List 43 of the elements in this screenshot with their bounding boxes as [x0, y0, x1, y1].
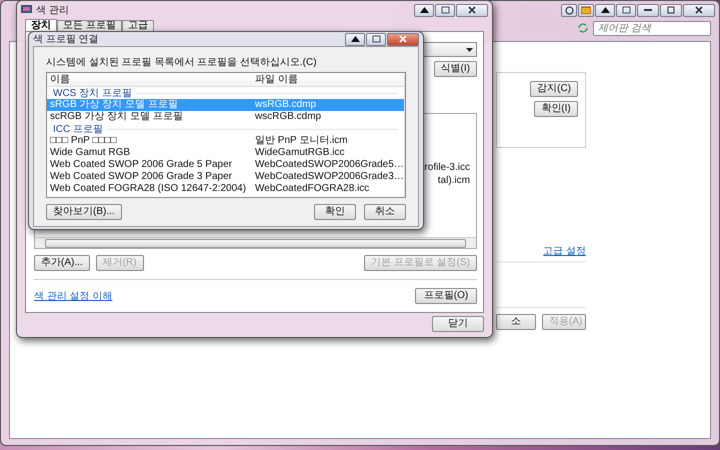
minimize-button[interactable] [637, 4, 659, 16]
cancel-button[interactable]: 소 [496, 314, 536, 330]
close-button[interactable]: 닫기 [432, 316, 484, 332]
close-button[interactable] [683, 4, 715, 16]
group-header: WCS 장치 프로필 [53, 87, 132, 100]
identify-button[interactable]: 식별(I) [434, 61, 477, 77]
detect-button[interactable]: 확인(I) [534, 101, 578, 117]
color-management-help-link[interactable]: 색 관리 설정 이해 [34, 289, 112, 303]
instruction-text: 시스템에 설치된 프로필 목록에서 프로필을 선택하십시오.(C) [46, 56, 318, 69]
profile-row[interactable]: Wide Gamut RGB WideGamutRGB.icc [47, 147, 404, 159]
column-header[interactable]: 이름 파일 이름 [47, 73, 404, 87]
folder-icon[interactable] [578, 4, 594, 16]
tab[interactable]: 모든 프로필 [57, 20, 122, 31]
profile-row[interactable]: Web Coated SWOP 2006 Grade 5 Paper WebCoatedSWOP2006Grade5… [47, 159, 404, 171]
list-action-button[interactable]: 추가(A)... [34, 255, 90, 271]
close-button[interactable] [456, 4, 488, 16]
caret-icon [466, 48, 473, 52]
advanced-settings-link[interactable]: 고급 설정 [543, 244, 586, 258]
tab[interactable]: 고급 [122, 20, 154, 31]
profile-row[interactable]: scRGB 가상 장치 모델 프로필 wscRGB.cdmp [47, 111, 404, 123]
search-field[interactable]: 제어판 검색 [593, 20, 711, 36]
monitor-icon [21, 5, 32, 15]
profile-row[interactable]: □□□ PnP □□□□ 일반 PnP 모니터.icm [47, 135, 404, 147]
horizontal-scrollbar[interactable] [35, 237, 476, 248]
browse-button[interactable]: 찾아보기(B)... [46, 204, 122, 220]
list-item[interactable]: rofile-3.icc [424, 162, 470, 173]
close-icon [399, 35, 407, 43]
dialog-title: 색 프로필 연결 [33, 33, 100, 46]
profile-button[interactable]: 프로필(O) [415, 288, 477, 304]
ok-button[interactable]: 확인 [314, 204, 356, 220]
maximize-icon [667, 6, 675, 14]
minimize-icon [644, 8, 652, 12]
close-icon [468, 6, 476, 14]
close-icon [695, 6, 703, 14]
maximize-button[interactable] [660, 4, 682, 16]
tab[interactable]: 장치 [25, 19, 57, 31]
detect-button[interactable]: 감지(C) [530, 81, 578, 97]
profile-row[interactable]: Web Coated SWOP 2006 Grade 3 Paper WebCoatedSWOP2006Grade3… [47, 171, 404, 183]
list-item[interactable]: tal).icm [438, 175, 470, 186]
window-title: 색 관리 [36, 4, 70, 17]
group-header: ICC 프로필 [53, 123, 103, 136]
profile-row[interactable]: Web Coated FOGRA28 (ISO 12647-2:2004) WebCoatedFOGRA28.icc [47, 183, 404, 195]
cancel-button[interactable]: 취소 [364, 204, 406, 220]
